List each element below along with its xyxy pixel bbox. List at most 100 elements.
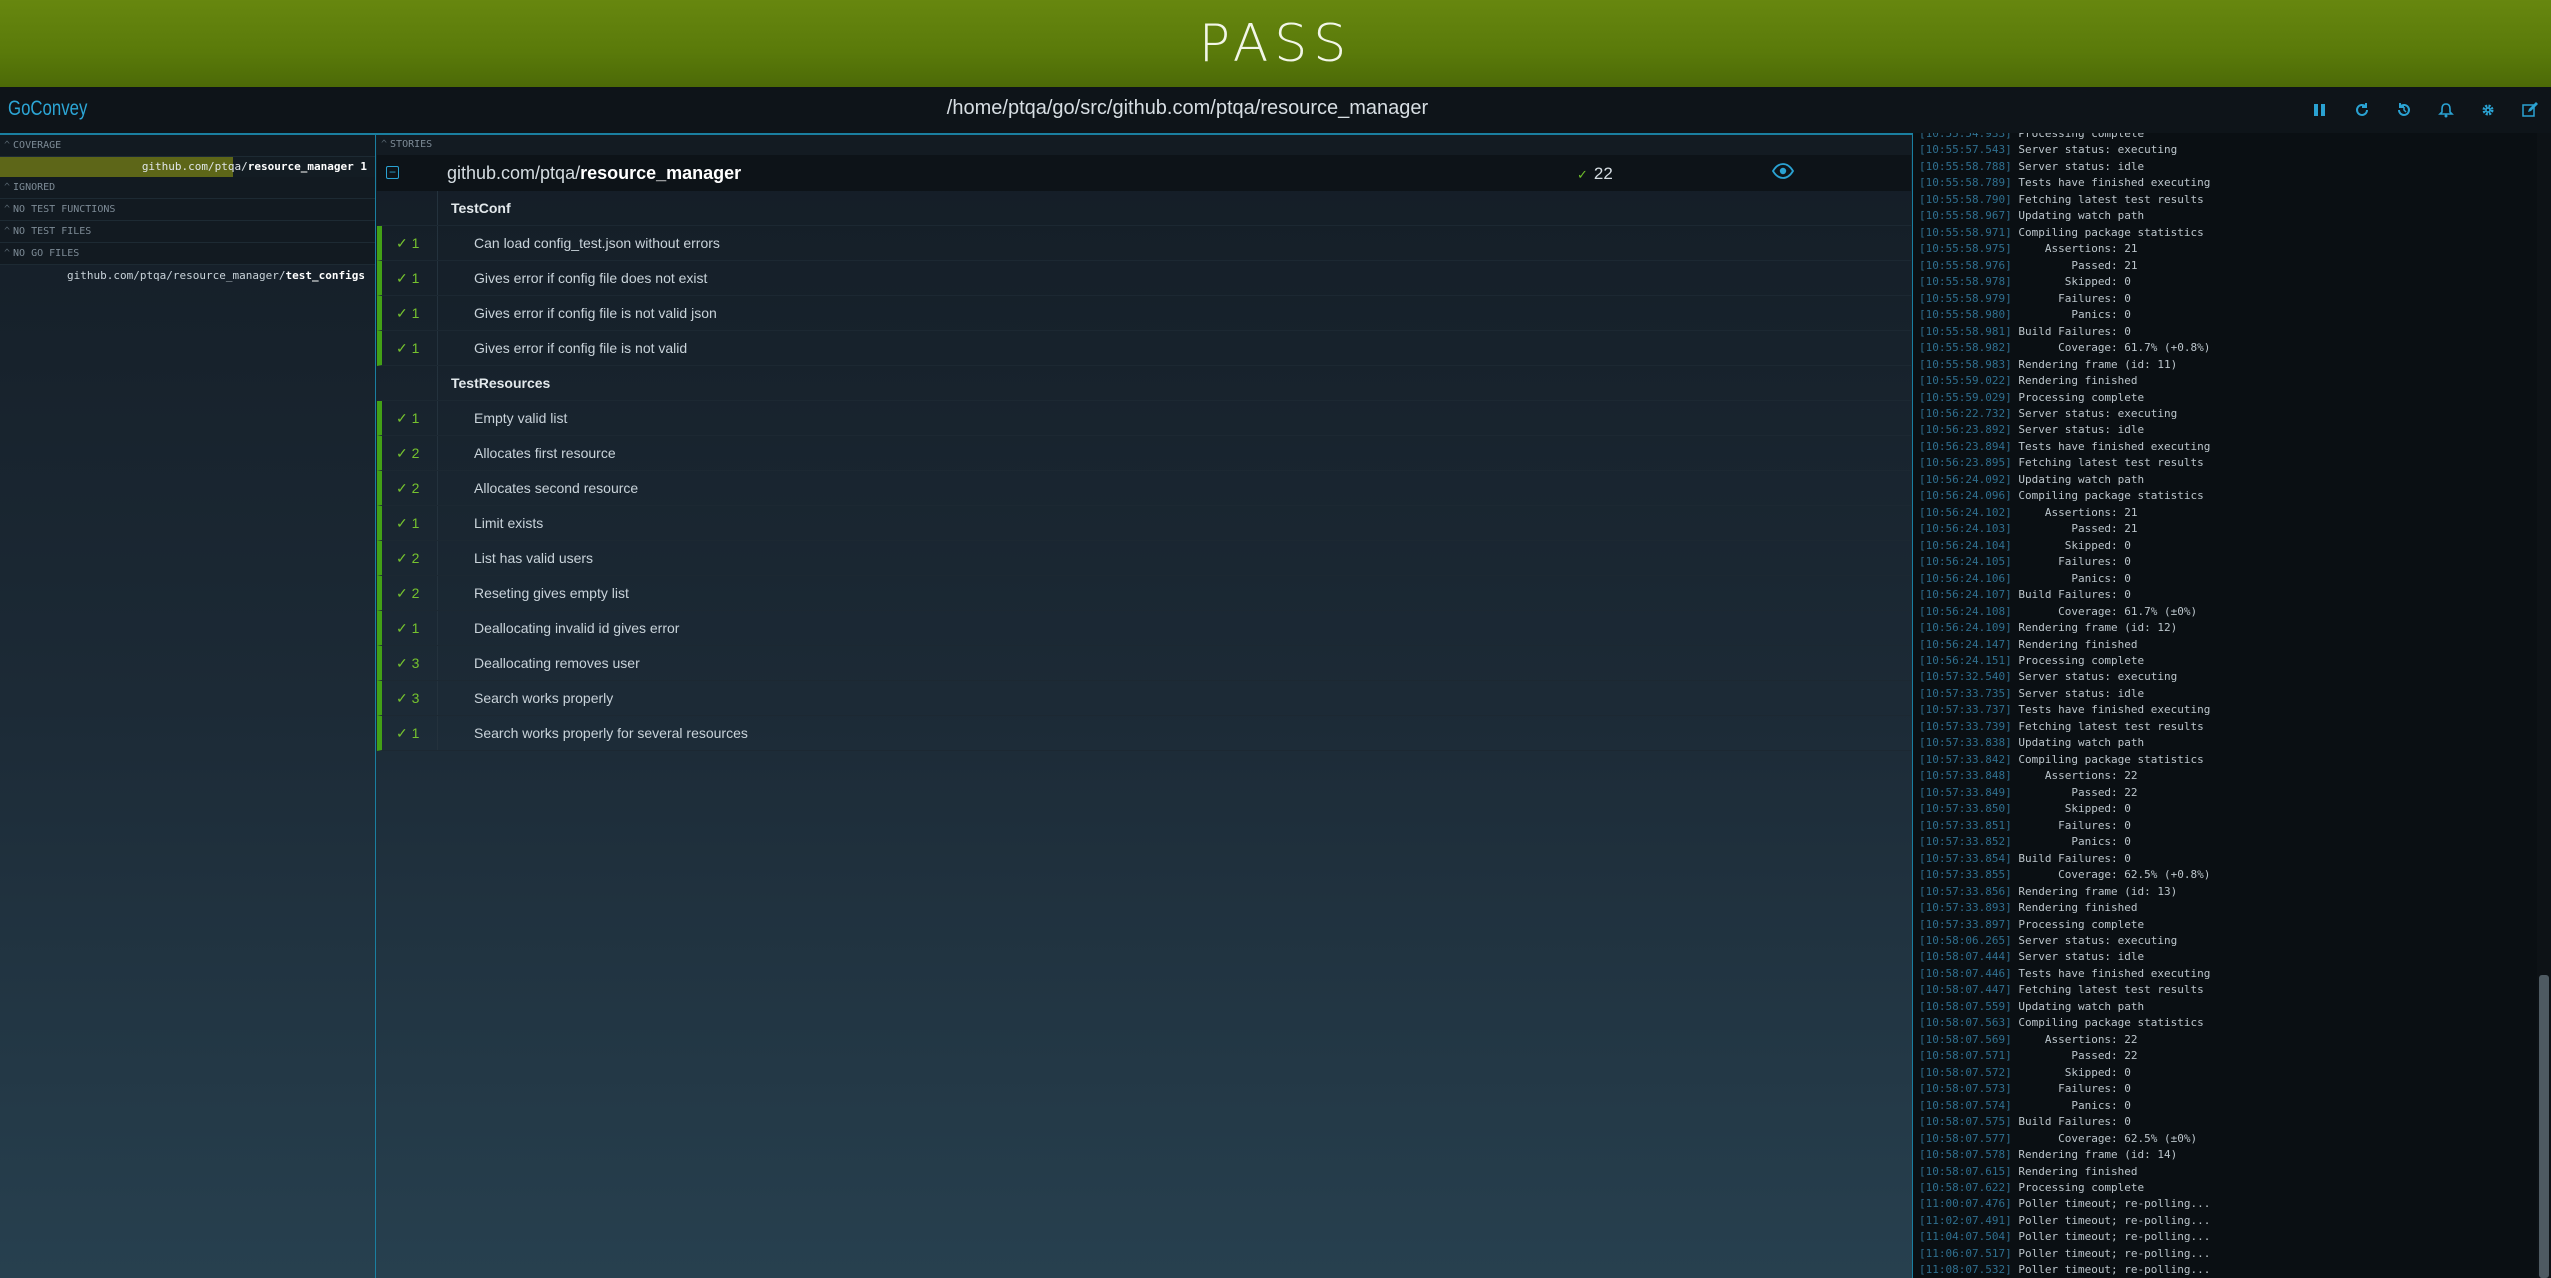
log-timestamp: [10:55:58.979] [1919, 291, 2012, 305]
log-timestamp: [10:55:58.976] [1919, 258, 2012, 272]
log-message: Rendering finished [2018, 1164, 2138, 1178]
test-row[interactable]: ✓ 1 Can load config_test.json without err… [377, 226, 1911, 261]
test-row[interactable]: ✓ 3 Search works properly [377, 681, 1911, 716]
log-timestamp: [10:58:07.569] [1919, 1032, 2012, 1046]
log-timestamp: [10:56:24.096] [1919, 489, 2012, 503]
log-message: Panics: 0 [2018, 1098, 2131, 1112]
log-line: [10:55:59.029] Processing complete [1919, 390, 2210, 406]
eye-icon[interactable] [1771, 163, 1795, 184]
test-row[interactable]: ✓ 2 List has valid users [377, 541, 1911, 576]
log-message: Poller timeout; re-polling... [2018, 1246, 2211, 1260]
log-timestamp: [10:56:22.732] [1919, 406, 2012, 420]
log-timestamp: [10:57:33.848] [1919, 769, 2012, 783]
stories-header[interactable]: ^ STORIES [377, 135, 1911, 155]
test-label: Search works properly for several resour… [474, 725, 748, 741]
test-label: Gives error if config file is not valid … [474, 305, 717, 321]
log-line: [10:56:24.151] Processing complete [1919, 653, 2210, 669]
log-line: [10:55:58.982] Coverage: 61.7% (+0.8%) [1919, 340, 2210, 356]
coverage-row[interactable]: github.com/ptqa/resource_manager 1 [0, 157, 375, 177]
row-divider [437, 436, 438, 470]
log-message: Build Failures: 0 [2018, 851, 2131, 865]
assertion-count: ✓ 1 [396, 620, 420, 636]
log-line: [10:56:24.092] Updating watch path [1919, 472, 2210, 488]
log-panel[interactable]: [10:55:54.933] Processing complete [10:55… [1912, 133, 2538, 1278]
no-test-functions-header[interactable]: ^ NO TEST FUNCTIONS [0, 199, 375, 221]
collapse-icon[interactable]: − [386, 166, 399, 179]
log-line: [10:58:07.622] Processing complete [1919, 1180, 2210, 1196]
test-row[interactable]: ✓ 1 Empty valid list [377, 401, 1911, 436]
log-message: Server status: executing [2018, 406, 2178, 420]
no-go-files-header[interactable]: ^ NO GO FILES [0, 243, 375, 265]
log-message: Processing complete [2018, 133, 2145, 140]
gear-icon[interactable] [2467, 87, 2509, 133]
log-timestamp: [10:56:24.092] [1919, 472, 2012, 486]
test-label: Can load config_test.json without errors [474, 235, 720, 251]
test-row[interactable]: ✓ 2 Allocates first resource [377, 436, 1911, 471]
watch-path[interactable]: /home/ptqa/go/src/github.com/ptqa/resour… [0, 97, 2375, 120]
log-line: [10:56:23.895] Fetching latest test resu… [1919, 455, 2210, 471]
log-message: Server status: idle [2018, 950, 2145, 964]
test-row[interactable]: ✓ 1 Limit exists [377, 506, 1911, 541]
log-timestamp: [10:58:07.572] [1919, 1065, 2012, 1079]
log-message: Skipped: 0 [2018, 538, 2131, 552]
no-go-files-package[interactable]: github.com/ptqa/resource_manager/test_co… [0, 265, 375, 287]
log-timestamp: [10:58:07.571] [1919, 1049, 2012, 1063]
test-label: Search works properly [474, 690, 614, 706]
refresh-icon[interactable] [2341, 87, 2383, 133]
log-line: [10:57:32.540] Server status: executing [1919, 669, 2210, 685]
pause-icon[interactable] [2299, 87, 2341, 133]
coverage-section-header[interactable]: ^ COVERAGE [0, 135, 375, 157]
assertion-count: ✓ 3 [396, 690, 420, 706]
log-timestamp: [10:58:07.615] [1919, 1164, 2012, 1178]
log-line: [10:55:58.789] Tests have finished execu… [1919, 175, 2210, 191]
bell-icon[interactable] [2425, 87, 2467, 133]
test-row[interactable]: ✓ 1 Gives error if config file is not val… [377, 296, 1911, 331]
log-line: [10:57:33.851] Failures: 0 [1919, 818, 2210, 834]
package-title[interactable]: github.com/ptqa/resource_manager [447, 163, 741, 184]
history-icon[interactable] [2383, 87, 2425, 133]
log-timestamp: [10:56:24.104] [1919, 538, 2012, 552]
log-message: Coverage: 61.7% (±0%) [2018, 604, 2198, 618]
log-line: [10:55:58.971] Compiling package statist… [1919, 225, 2210, 241]
log-message: Poller timeout; re-polling... [2018, 1213, 2211, 1227]
log-message: Build Failures: 0 [2018, 588, 2131, 602]
test-row[interactable]: ✓ 1 Deallocating invalid id gives error [377, 611, 1911, 646]
test-row[interactable]: ✓ 3 Deallocating removes user [377, 646, 1911, 681]
story-rows: TestConf ✓ 1 Can load config_test.json wit… [377, 191, 1911, 751]
log-timestamp: [10:57:33.897] [1919, 917, 2012, 931]
log-line: [10:58:07.574] Panics: 0 [1919, 1098, 2210, 1114]
test-row[interactable]: ✓ 1 Gives error if config file is not val… [377, 331, 1911, 366]
log-timestamp: [10:57:33.855] [1919, 868, 2012, 882]
row-divider [437, 401, 438, 435]
log-timestamp: [10:58:06.265] [1919, 933, 2012, 947]
log-scroll-thumb[interactable] [2539, 975, 2549, 1278]
ignored-section-header[interactable]: ^ IGNORED [0, 177, 375, 199]
test-row[interactable]: ✓ 1 Gives error if config file does not e… [377, 261, 1911, 296]
test-row[interactable]: ✓ 1 Search works properly for several res… [377, 716, 1911, 751]
test-row[interactable]: ✓ 2 Allocates second resource [377, 471, 1911, 506]
log-timestamp: [10:57:33.850] [1919, 802, 2012, 816]
test-group-row[interactable]: TestResources [377, 366, 1911, 401]
log-line: [10:58:07.575] Build Failures: 0 [1919, 1114, 2210, 1130]
log-timestamp: [10:58:07.574] [1919, 1098, 2012, 1112]
row-divider [437, 681, 438, 715]
log-line: [11:02:07.491] Poller timeout; re-pollin… [1919, 1213, 2210, 1229]
row-divider [437, 296, 438, 330]
edit-icon[interactable] [2509, 87, 2551, 133]
log-line: [11:04:07.504] Poller timeout; re-pollin… [1919, 1229, 2210, 1245]
row-divider [437, 191, 438, 225]
log-message: Server status: executing [2018, 670, 2178, 684]
log-timestamp: [10:55:58.789] [1919, 176, 2012, 190]
log-message: Updating watch path [2018, 472, 2145, 486]
log-message: Compiling package statistics [2018, 225, 2204, 239]
test-group-row[interactable]: TestConf [377, 191, 1911, 226]
log-line: [10:56:24.109] Rendering frame (id: 12) [1919, 620, 2210, 636]
log-timestamp: [10:55:54.933] [1919, 133, 2012, 140]
log-timestamp: [10:56:24.109] [1919, 621, 2012, 635]
toolbar-controls [2299, 87, 2551, 133]
no-test-files-header[interactable]: ^ NO TEST FILES [0, 221, 375, 243]
test-row[interactable]: ✓ 2 Reseting gives empty list [377, 576, 1911, 611]
log-line: [10:56:23.892] Server status: idle [1919, 422, 2210, 438]
log-line: [10:56:24.105] Failures: 0 [1919, 554, 2210, 570]
test-group-label: TestResources [451, 375, 551, 391]
